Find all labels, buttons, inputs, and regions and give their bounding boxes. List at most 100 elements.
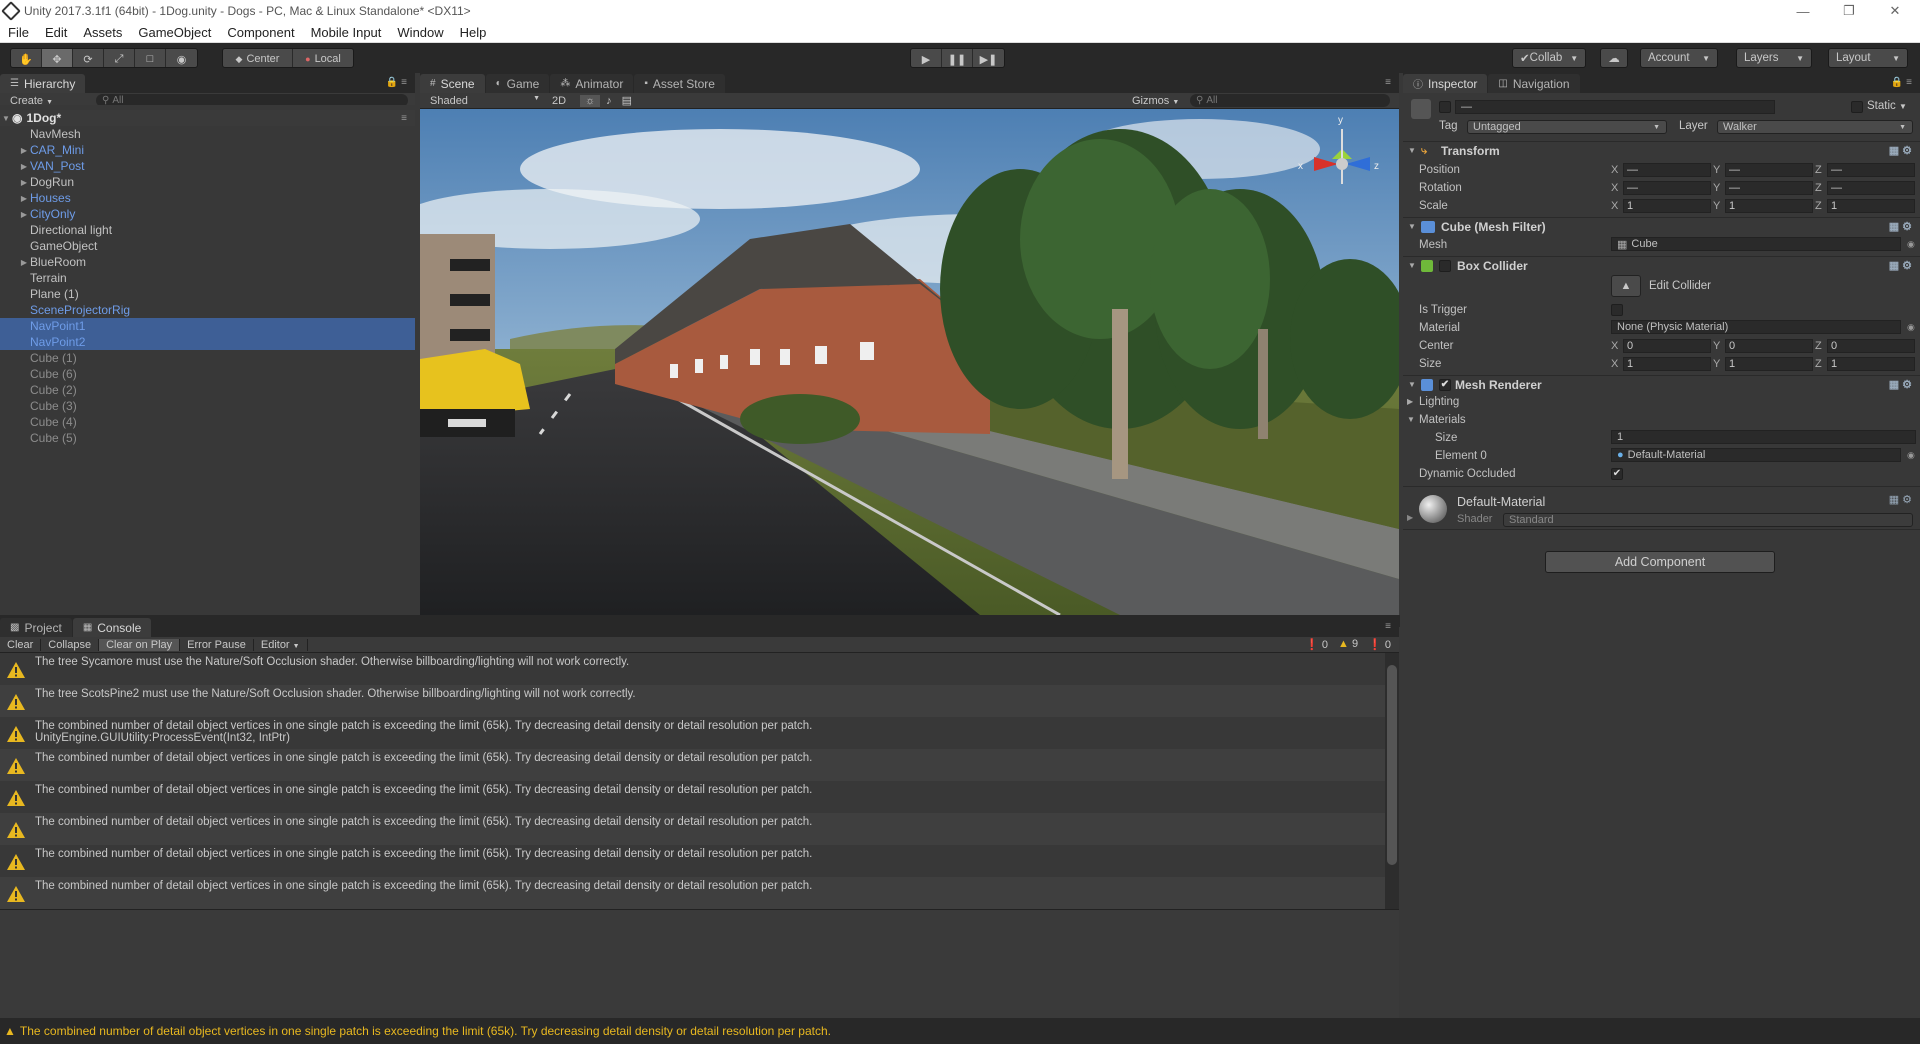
clear-button[interactable]: Clear [0,638,42,651]
clear-on-play-toggle[interactable]: Clear on Play [99,638,181,651]
status-bar[interactable]: ▲ The combined number of detail object v… [0,1018,1920,1044]
expand-arrow-icon[interactable]: ▶ [18,146,30,155]
component-settings-icon[interactable]: ▦ ⚙ [1889,220,1912,233]
hierarchy-item[interactable]: GameObject [0,238,415,254]
component-settings-icon[interactable]: ▦ ⚙ [1889,144,1912,157]
layout-dropdown[interactable]: Layout ▼ [1828,48,1908,68]
fold-arrow-icon[interactable]: ▼ [1405,146,1419,155]
fold-arrow-icon[interactable]: ▼ [1405,222,1419,231]
hierarchy-item[interactable]: Cube (2) [0,382,415,398]
collapse-button[interactable]: Collapse [41,638,100,651]
fold-arrow-icon[interactable]: ▼ [1405,380,1419,389]
step-button[interactable]: ▶❚ [973,49,1004,67]
physic-material-field[interactable]: None (Physic Material) [1611,320,1901,334]
console-entry[interactable]: The combined number of detail object ver… [0,749,1399,781]
center-z[interactable]: 0 [1827,338,1915,353]
materials-row[interactable]: ▼ Materials [1403,411,1920,428]
component-settings-icon[interactable]: ▦ ⚙ [1889,378,1912,391]
edit-collider-button[interactable]: ▲ [1611,275,1641,297]
mesh-renderer-enabled-checkbox[interactable]: ✔ [1439,378,1451,391]
console-entry[interactable]: The combined number of detail object ver… [0,845,1399,877]
tab-navigation[interactable]: ◫ Navigation [1488,74,1580,93]
hierarchy-item[interactable]: SceneProjectorRig [0,302,415,318]
menu-help[interactable]: Help [460,25,487,40]
sun-icon[interactable]: ☼ [580,94,601,107]
hierarchy-item[interactable]: NavMesh [0,126,415,142]
static-dropdown[interactable]: Static ▼ [1867,100,1907,112]
scene-render[interactable]: x z y [420,109,1399,615]
scale-x[interactable]: 1 [1623,198,1711,213]
scene-menu-icon[interactable]: ≡ [401,113,407,124]
scene-root[interactable]: ▼ ◉ 1Dog* ≡ [0,110,415,126]
scrollbar-thumb[interactable] [1387,665,1397,865]
audio-icon[interactable]: ♪ [606,95,612,107]
menu-component[interactable]: Component [227,25,294,40]
hierarchy-item[interactable]: ▶ CAR_Mini [0,142,415,158]
object-picker-icon[interactable]: ◉ [1907,450,1915,461]
is-trigger-checkbox[interactable] [1611,303,1623,316]
hierarchy-item[interactable]: Terrain [0,270,415,286]
message-count-toggle[interactable]: ❗ 0 [1368,638,1391,651]
hierarchy-item[interactable]: Cube (3) [0,398,415,414]
panel-menu-icon[interactable]: ≡ [1385,77,1391,88]
position-z[interactable]: — [1827,162,1915,177]
rotation-x[interactable]: — [1623,180,1711,195]
editor-dropdown[interactable]: Editor ▼ [254,638,308,651]
mesh-filter-header[interactable]: ▼ Cube (Mesh Filter) ▦ ⚙ [1403,217,1920,235]
menu-mobile-input[interactable]: Mobile Input [311,25,382,40]
transform-tool-icon[interactable]: ◉ [166,49,197,67]
hierarchy-item[interactable]: ▶ Houses [0,190,415,206]
fold-arrow-icon[interactable]: ▼ [1407,415,1415,424]
menu-assets[interactable]: Assets [83,25,122,40]
console-entry[interactable]: The tree ScotsPine2 must use the Nature/… [0,685,1399,717]
tab-asset-store[interactable]: ▪ Asset Store [634,74,725,93]
size-x[interactable]: 1 [1623,356,1711,371]
hierarchy-item[interactable]: ▶ DogRun [0,174,415,190]
size-y[interactable]: 1 [1725,356,1813,371]
console-entry[interactable]: The combined number of detail object ver… [0,877,1399,909]
layers-dropdown[interactable]: Layers ▼ [1736,48,1812,68]
hierarchy-item[interactable]: Directional light [0,222,415,238]
expand-arrow-icon[interactable]: ▼ [0,114,12,123]
dynamic-occluded-checkbox[interactable]: ✔ [1611,467,1623,480]
size-z[interactable]: 1 [1827,356,1915,371]
tab-game[interactable]: ◐ Game [485,74,550,93]
mesh-field[interactable]: ▦ Cube [1611,237,1901,251]
pause-button[interactable]: ❚❚ [942,49,973,67]
expand-arrow-icon[interactable]: ▶ [18,194,30,203]
warning-count-toggle[interactable]: ▲ 9 [1338,638,1358,651]
mesh-renderer-header[interactable]: ▼ ✔ Mesh Renderer ▦ ⚙ [1403,375,1920,393]
lighting-row[interactable]: ▶ Lighting [1403,393,1920,410]
tab-scene[interactable]: # Scene [420,74,485,93]
rect-tool-icon[interactable]: □ [135,49,166,67]
scene-viewport[interactable]: x z y [420,109,1399,615]
object-picker-icon[interactable]: ◉ [1907,322,1915,333]
rotation-z[interactable]: — [1827,180,1915,195]
expand-arrow-icon[interactable]: ▶ [18,258,30,267]
box-collider-header[interactable]: ▼ Box Collider ▦ ⚙ [1403,256,1920,274]
error-pause-toggle[interactable]: Error Pause [180,638,254,651]
expand-arrow-icon[interactable]: ▶ [18,178,30,187]
collab-dropdown[interactable]: ✔ Collab ▼ [1512,48,1586,68]
play-button[interactable]: ▶ [911,49,942,67]
minimize-icon[interactable]: — [1780,0,1826,22]
expand-arrow-icon[interactable]: ▶ [18,210,30,219]
tab-project[interactable]: ▩ Project [0,618,72,637]
pivot-center-button[interactable]: ◆ Center [223,49,293,67]
console-scrollbar[interactable] [1385,653,1399,909]
console-entry[interactable]: The combined number of detail object ver… [0,717,1399,749]
menu-file[interactable]: File [8,25,29,40]
hierarchy-item[interactable]: ▶ BlueRoom [0,254,415,270]
menu-edit[interactable]: Edit [45,25,67,40]
menu-window[interactable]: Window [397,25,443,40]
hierarchy-item[interactable]: Cube (4) [0,414,415,430]
tab-animator[interactable]: ⁂ Animator [550,74,634,93]
add-component-button[interactable]: Add Component [1545,551,1775,573]
element0-field[interactable]: ● Default-Material [1611,448,1901,462]
fold-arrow-icon[interactable]: ▼ [1405,261,1419,270]
rotation-y[interactable]: — [1725,180,1813,195]
shader-dropdown[interactable]: Standard [1503,513,1913,527]
hand-tool-icon[interactable]: ✋ [11,49,42,67]
box-collider-enabled-checkbox[interactable] [1439,259,1451,272]
name-field[interactable]: — [1455,100,1775,114]
